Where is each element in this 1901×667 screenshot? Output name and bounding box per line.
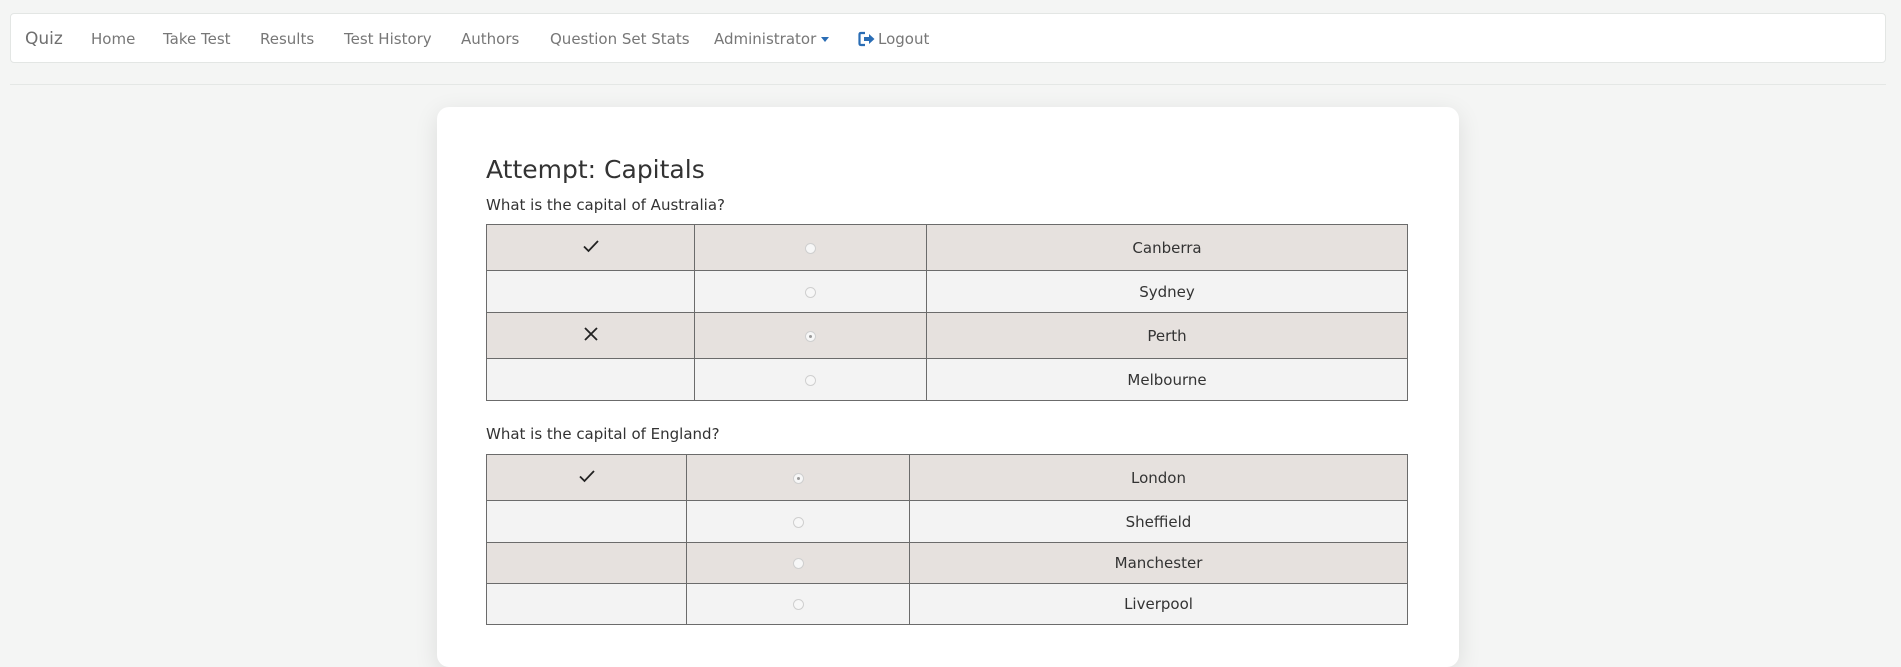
divider (10, 84, 1886, 85)
answer-table: London Sheffield Manchester Liverpool (486, 454, 1408, 625)
nav-link-take-test[interactable]: Take Test (163, 14, 231, 64)
mark-cell (486, 224, 695, 271)
mark-cell (486, 583, 687, 625)
answer-row: Sheffield (486, 500, 1408, 543)
question-text: What is the capital of Australia? (486, 196, 725, 214)
answer-label: Melbourne (926, 358, 1408, 401)
logout-label: Logout (878, 30, 930, 48)
nav-dropdown-administrator[interactable]: Administrator (714, 14, 830, 64)
answer-label: Canberra (926, 224, 1408, 271)
page-title: Attempt: Capitals (486, 155, 705, 184)
radio-cell (686, 583, 910, 625)
answer-radio[interactable] (792, 558, 804, 569)
answer-row: London (486, 454, 1408, 501)
answer-radio[interactable] (805, 374, 816, 386)
answer-label: Perth (926, 312, 1408, 359)
answer-label: Liverpool (909, 583, 1408, 625)
answer-row: Sydney (486, 270, 1408, 313)
mark-cell (486, 542, 687, 584)
nav-brand[interactable]: Quiz (25, 14, 63, 64)
check-icon (578, 468, 596, 488)
nav-link-test-history[interactable]: Test History (344, 14, 432, 64)
nav-link-logout[interactable]: Logout (858, 14, 929, 64)
mark-cell (486, 270, 695, 313)
nav-link-authors[interactable]: Authors (461, 14, 519, 64)
mark-cell (486, 454, 687, 501)
answer-label: Sheffield (909, 500, 1408, 543)
nav-link-results[interactable]: Results (260, 14, 314, 64)
radio-cell (694, 312, 927, 359)
answer-label: Sydney (926, 270, 1408, 313)
radio-cell (686, 542, 910, 584)
nav-link-home[interactable]: Home (91, 14, 135, 64)
mark-cell (486, 312, 695, 359)
radio-cell (686, 454, 910, 501)
nav-link-question-set-stats[interactable]: Question Set Stats (550, 14, 690, 64)
answer-radio[interactable] (805, 286, 816, 298)
caret-down-icon (821, 37, 830, 42)
mark-cell (486, 358, 695, 401)
logout-icon (858, 17, 876, 67)
administrator-label: Administrator (714, 30, 817, 48)
radio-cell (694, 358, 927, 401)
answer-row: Melbourne (486, 358, 1408, 401)
radio-cell (686, 500, 910, 543)
attempt-card: Attempt: Capitals What is the capital of… (437, 107, 1459, 667)
answer-radio[interactable] (792, 516, 804, 528)
radio-cell (694, 270, 927, 313)
cross-icon (583, 326, 599, 346)
answer-row: Perth (486, 312, 1408, 359)
answer-radio[interactable] (805, 242, 816, 254)
mark-cell (486, 500, 687, 543)
radio-cell (694, 224, 927, 271)
navbar: Quiz Home Take Test Results Test History… (10, 13, 1886, 63)
answer-row: Canberra (486, 224, 1408, 271)
check-icon (582, 238, 600, 258)
answer-radio-selected[interactable] (805, 330, 816, 342)
answer-radio[interactable] (792, 599, 804, 610)
question-text: What is the capital of England? (486, 425, 720, 443)
answer-label: London (909, 454, 1408, 501)
answer-table: Canberra Sydney Perth Melbourne (486, 224, 1408, 401)
answer-row: Manchester (486, 542, 1408, 584)
answer-radio-selected[interactable] (792, 472, 804, 484)
answer-label: Manchester (909, 542, 1408, 584)
answer-row: Liverpool (486, 583, 1408, 625)
